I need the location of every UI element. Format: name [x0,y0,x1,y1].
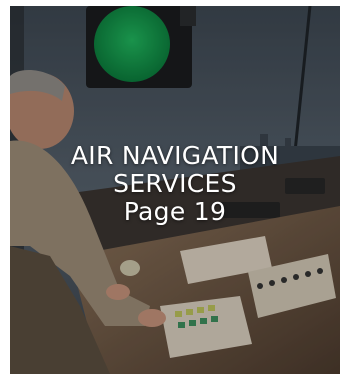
title-line-2: SERVICES [113,169,237,198]
air-navigation-services-card[interactable]: AIR NAVIGATION SERVICES Page 19 [10,6,340,374]
page-label: Page 19 [123,197,227,226]
card-title: AIR NAVIGATION SERVICES Page 19 [10,142,340,226]
title-line-1: AIR NAVIGATION [70,141,280,170]
